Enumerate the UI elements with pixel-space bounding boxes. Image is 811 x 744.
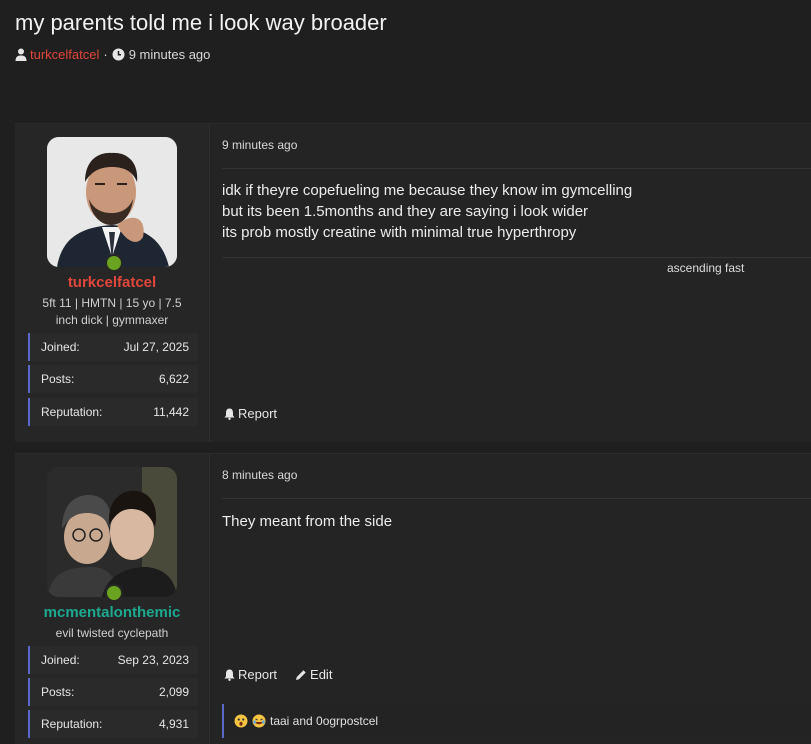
avatar[interactable]	[47, 137, 177, 267]
stat-joined: Joined: Sep 23, 2023	[28, 646, 198, 674]
pencil-icon	[296, 669, 306, 680]
signature-divider	[222, 257, 811, 258]
user-title: 5ft 11 | HMTN | 15 yo | 7.5 inch dick | …	[42, 296, 182, 327]
bell-icon	[224, 669, 235, 681]
reactions-text[interactable]: taai and 0ogrpostcel	[270, 714, 378, 728]
thread-title: my parents told me i look way broader	[15, 10, 387, 35]
post-body: idk if theyre copefueling me because the…	[222, 182, 633, 241]
divider	[222, 498, 811, 499]
stat-posts: Posts: 2,099	[28, 678, 198, 706]
shocked-emoji-icon	[234, 714, 248, 728]
post-date[interactable]: 8 minutes ago	[222, 468, 297, 482]
post-body: They meant from the side	[222, 513, 393, 530]
stat-posts: Posts: 6,622	[28, 365, 198, 393]
post-signature: ascending fast	[667, 261, 745, 275]
divider	[222, 168, 811, 169]
avatar-wrap	[47, 137, 177, 272]
meta-separator: ·	[103, 47, 108, 62]
avatar-wrap	[47, 467, 177, 602]
online-indicator	[105, 254, 123, 272]
user-icon	[15, 48, 27, 61]
stat-reputation: Reputation: 4,931	[28, 710, 198, 738]
post: mcmentalonthemic evil twisted cyclepath …	[15, 453, 811, 744]
post-user-info: turkcelfatcel 5ft 11 | HMTN | 15 yo | 7.…	[15, 124, 210, 442]
post-content: 9 minutes ago idk if theyre copefueling …	[210, 124, 811, 442]
user-title: evil twisted cyclepath	[55, 626, 169, 640]
post-date[interactable]: 9 minutes ago	[222, 138, 297, 152]
laughing-emoji-icon	[252, 714, 266, 728]
report-button[interactable]: Report	[224, 667, 277, 682]
online-indicator	[105, 584, 123, 602]
post-actions: Report	[224, 406, 277, 421]
edit-button[interactable]: Edit	[295, 667, 332, 682]
bell-icon	[224, 408, 235, 420]
post-content: 8 minutes ago They meant from the side R…	[210, 454, 811, 744]
post: turkcelfatcel 5ft 11 | HMTN | 15 yo | 7.…	[15, 123, 811, 442]
stat-reputation: Reputation: 11,442	[28, 398, 198, 426]
thread-author-link[interactable]: turkcelfatcel	[30, 47, 99, 62]
avatar[interactable]	[47, 467, 177, 597]
post-actions: Report Edit	[224, 667, 332, 682]
clock-icon	[112, 48, 125, 61]
thread-meta: turkcelfatcel · 9 minutes ago	[15, 47, 210, 62]
thread-time: 9 minutes ago	[128, 47, 211, 62]
post-user-info: mcmentalonthemic evil twisted cyclepath …	[15, 454, 210, 744]
post-username[interactable]: mcmentalonthemic	[15, 604, 209, 621]
stat-joined: Joined: Jul 27, 2025	[28, 333, 198, 361]
post-username[interactable]: turkcelfatcel	[15, 274, 209, 291]
report-button[interactable]: Report	[224, 406, 277, 421]
reactions-bar[interactable]: taai and 0ogrpostcel	[222, 704, 811, 738]
